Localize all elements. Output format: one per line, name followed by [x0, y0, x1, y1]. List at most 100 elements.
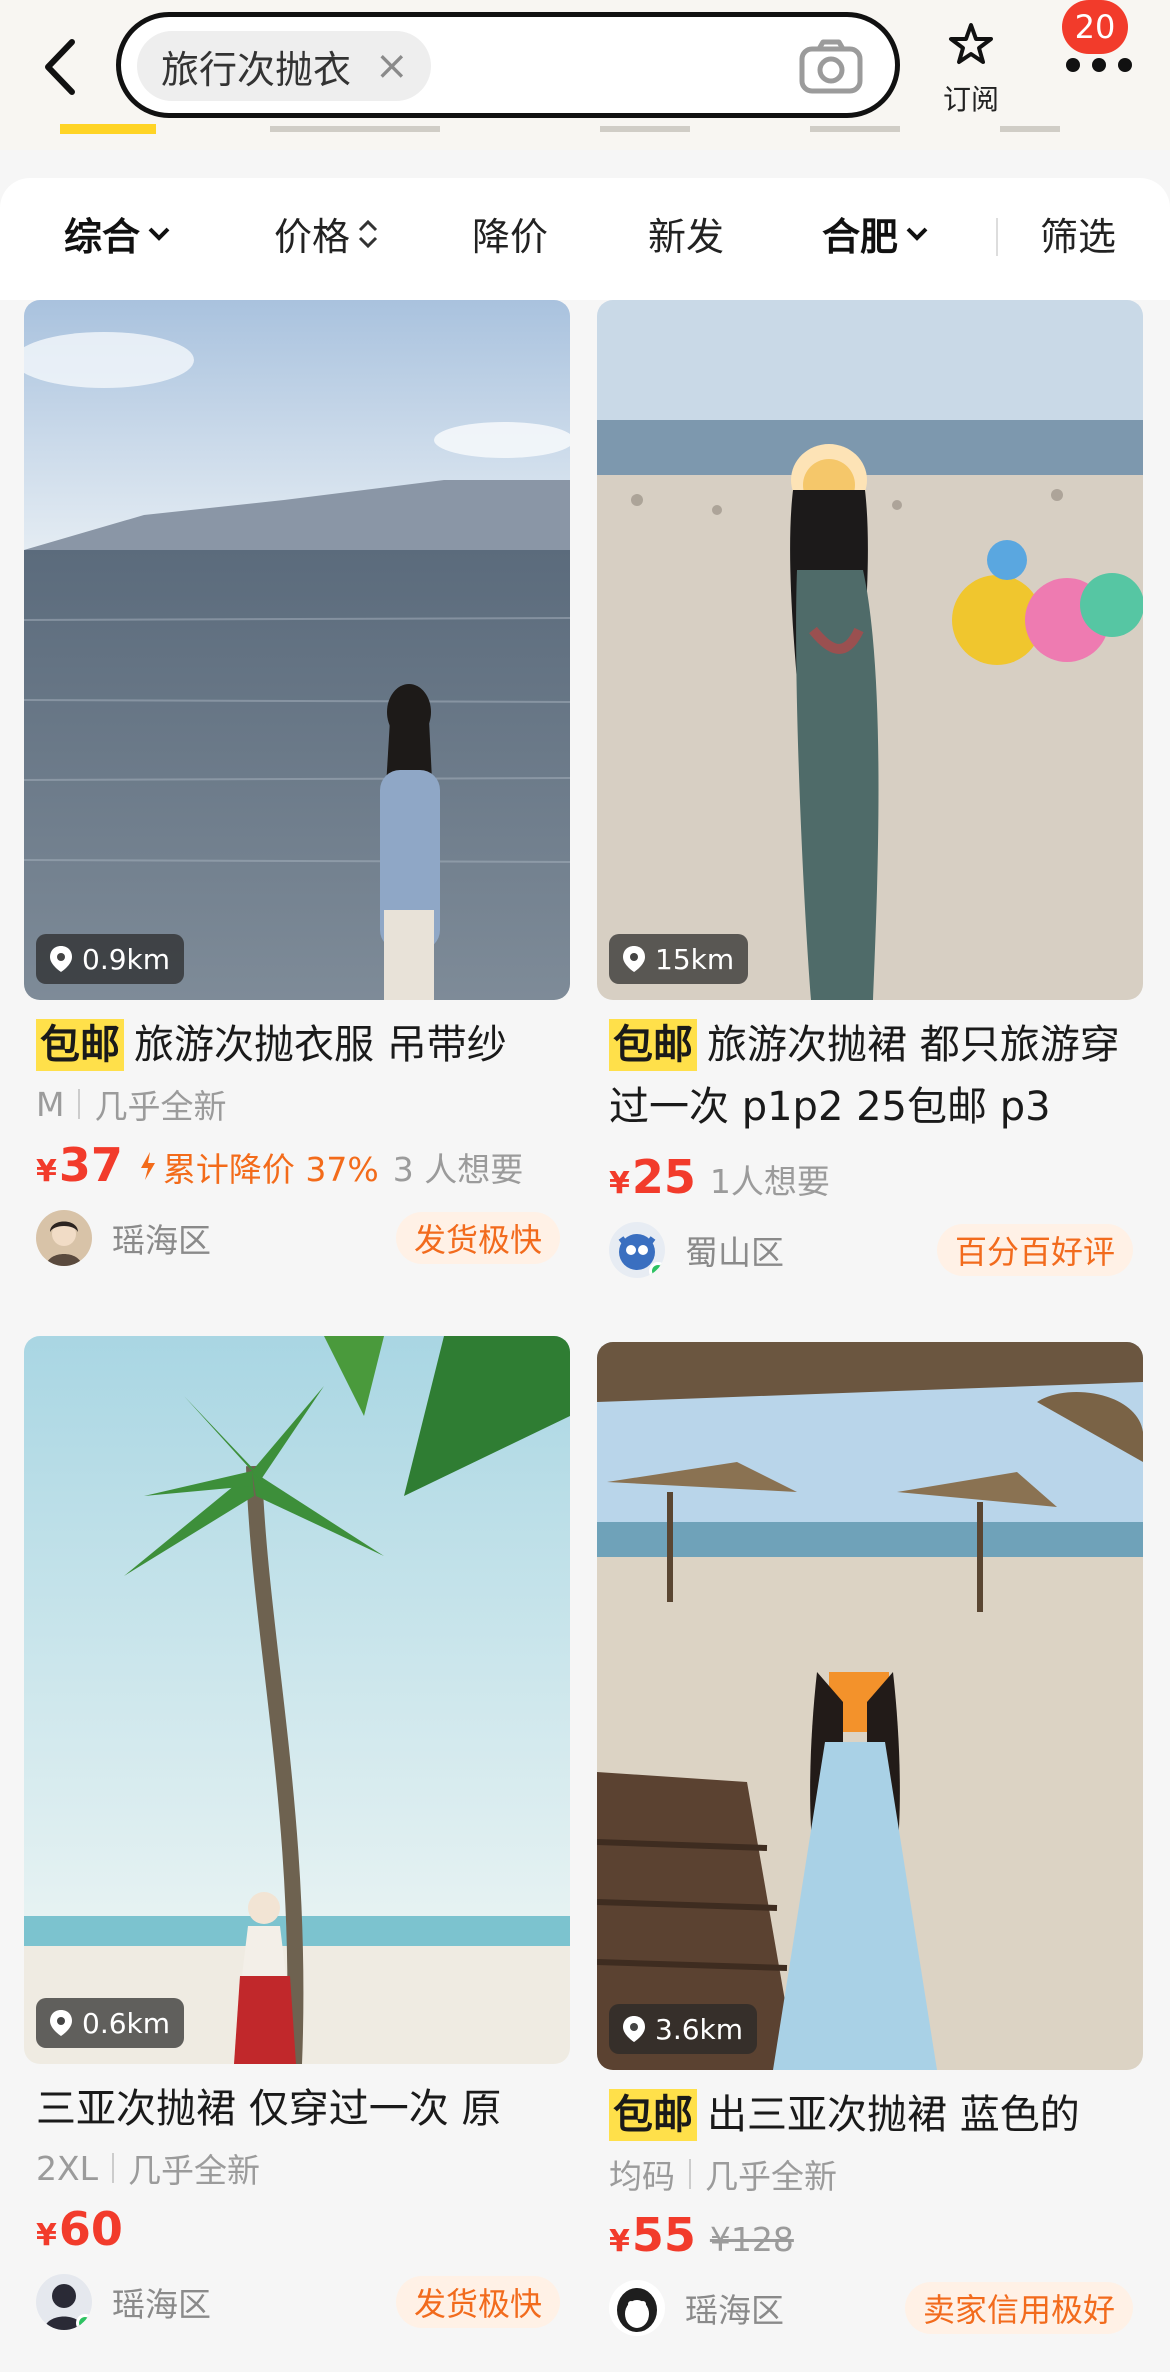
price-row: ¥55 ¥128 [597, 2208, 1143, 2262]
clear-query-icon[interactable]: × [375, 46, 409, 86]
filter-newest[interactable]: 新发 [648, 206, 724, 261]
product-condition: 几乎全新 [705, 2157, 837, 2196]
product-size: M [36, 1084, 65, 1124]
more-menu-button[interactable]: 20 [1052, 0, 1132, 100]
product-card[interactable]: 3.6km 包邮 出三亚次抛裙 蓝色的 均码 几乎全新 ¥55 ¥128 瑶海区 … [597, 1342, 1143, 2340]
filter-more[interactable]: 筛选 [1040, 206, 1116, 261]
filter-price-drop-label: 降价 [472, 215, 549, 259]
seller-row[interactable]: 瑶海区 发货极快 [24, 1206, 570, 1270]
product-card[interactable]: 15km 包邮 旅游次抛裙 都只旅游穿过一次 p1p2 25包邮 p3 ¥25 1… [597, 300, 1143, 1282]
location-pin-icon [623, 946, 645, 972]
seller-area: 瑶海区 [112, 2285, 211, 2324]
filter-price-drop[interactable]: 降价 [472, 206, 548, 261]
seller-area: 蜀山区 [685, 1233, 784, 1272]
meta-divider [78, 1089, 81, 1119]
free-shipping-tag: 包邮 [36, 1019, 124, 1071]
filter-bar: 综合 价格 降价 新发 合肥 筛选 [0, 178, 1170, 300]
online-indicator [649, 1262, 665, 1278]
product-price: ¥37 [36, 1138, 123, 1192]
location-pin-icon [50, 946, 72, 972]
filter-newest-label: 新发 [648, 215, 725, 259]
product-meta: M 几乎全新 [24, 1080, 570, 1128]
product-condition: 几乎全新 [94, 1087, 227, 1126]
product-photo[interactable]: 0.6km [24, 1336, 570, 2064]
product-title-text: 出三亚次抛裙 蓝色的 [707, 2092, 1080, 2138]
subscribe-button[interactable]: 订阅 [930, 20, 1012, 118]
seller-avatar[interactable] [36, 1210, 92, 1266]
meta-divider [112, 2153, 114, 2183]
seller-badge: 百分百好评 [936, 1224, 1133, 1276]
camera-search-icon[interactable] [799, 39, 863, 95]
location-pin-icon [623, 2016, 645, 2042]
filter-price-label: 价格 [274, 215, 351, 259]
price-drop-text: 累计降价 37% [162, 1150, 379, 1189]
seller-badge: 卖家信用极好 [904, 2282, 1133, 2334]
product-title[interactable]: 包邮 旅游次抛裙 都只旅游穿过一次 p1p2 25包邮 p3 [597, 1014, 1143, 1138]
price-drop: 累计降价 37% [139, 1143, 379, 1191]
product-photo[interactable]: 0.9km [24, 300, 570, 1000]
product-photo[interactable]: 15km [597, 300, 1143, 1000]
seller-avatar[interactable] [609, 2280, 665, 2336]
seller-area: 瑶海区 [112, 1221, 211, 1260]
filter-sort-label: 综合 [64, 215, 141, 259]
product-price: ¥25 [609, 1150, 696, 1204]
online-indicator [76, 2314, 92, 2330]
search-query-chip[interactable]: 旅行次抛衣 × [137, 31, 431, 101]
meta-divider [689, 2159, 691, 2189]
filter-location[interactable]: 合肥 [822, 206, 930, 261]
filter-location-label: 合肥 [822, 215, 899, 259]
filter-divider [996, 218, 998, 256]
price-row: ¥25 1人想要 [597, 1150, 1143, 1204]
free-shipping-tag: 包邮 [609, 1019, 697, 1071]
product-price: ¥55 [609, 2208, 696, 2262]
back-button[interactable] [36, 36, 90, 98]
location-pin-icon [50, 2010, 72, 2036]
product-size: 均码 [609, 2157, 675, 2196]
seller-row[interactable]: 蜀山区 百分百好评 [597, 1218, 1143, 1282]
seller-avatar[interactable] [36, 2274, 92, 2330]
wants-count: 1人想要 [709, 1162, 830, 1201]
seller-badge: 发货极快 [395, 2276, 560, 2328]
product-title[interactable]: 三亚次抛裙 仅穿过一次 原 [24, 2078, 570, 2140]
distance-badge: 3.6km [609, 2004, 758, 2054]
product-title[interactable]: 包邮 旅游次抛衣服 吊带纱 [24, 1014, 570, 1076]
product-condition: 几乎全新 [128, 2151, 260, 2190]
product-title-text: 旅游次抛衣服 吊带纱 [134, 1022, 507, 1068]
pin-star-icon [949, 23, 993, 64]
original-price: ¥128 [709, 2220, 794, 2259]
sort-arrows-icon [358, 219, 378, 248]
chevron-down-icon [148, 227, 170, 241]
product-title-text: 三亚次抛裙 仅穿过一次 原 [36, 2086, 502, 2132]
price-row: ¥60 [24, 2202, 570, 2256]
hidden-tabs-strip [0, 118, 1170, 150]
filter-more-label: 筛选 [1040, 215, 1117, 259]
more-dots-icon [1066, 58, 1132, 72]
free-shipping-tag: 包邮 [609, 2089, 697, 2141]
seller-avatar[interactable] [609, 1222, 665, 1278]
product-price: ¥60 [36, 2202, 123, 2256]
product-title[interactable]: 包邮 出三亚次抛裙 蓝色的 [597, 2084, 1143, 2146]
chevron-down-icon [906, 227, 928, 241]
product-meta: 均码 几乎全新 [597, 2150, 1143, 2198]
product-card[interactable]: 0.9km 包邮 旅游次抛衣服 吊带纱 M 几乎全新 ¥37 累计降价 37% 3… [24, 300, 570, 1270]
seller-area: 瑶海区 [685, 2291, 784, 2330]
distance-badge: 0.9km [36, 934, 185, 984]
chevron-left-icon [45, 39, 75, 95]
seller-badge: 发货极快 [395, 1212, 560, 1264]
product-photo[interactable]: 3.6km [597, 1342, 1143, 2070]
distance-text: 0.9km [82, 942, 171, 976]
top-bar: 旅行次抛衣 × 订阅 20 [0, 0, 1170, 135]
price-row: ¥37 累计降价 37% 3 人想要 [24, 1138, 570, 1192]
product-card[interactable]: 0.6km 三亚次抛裙 仅穿过一次 原 2XL 几乎全新 ¥60 瑶海区 发货极… [24, 1336, 570, 2334]
distance-text: 3.6km [655, 2012, 744, 2046]
search-query-text: 旅行次抛衣 [161, 47, 352, 92]
search-bar[interactable]: 旅行次抛衣 × [116, 12, 900, 118]
filter-sort-composite[interactable]: 综合 [64, 206, 172, 261]
seller-row[interactable]: 瑶海区 卖家信用极好 [597, 2276, 1143, 2340]
seller-row[interactable]: 瑶海区 发货极快 [24, 2270, 570, 2334]
subscribe-label: 订阅 [942, 83, 999, 116]
wants-count: 3 人想要 [392, 1150, 524, 1189]
lightning-icon [140, 1152, 155, 1180]
filter-price[interactable]: 价格 [274, 206, 380, 261]
distance-badge: 0.6km [36, 1998, 185, 2048]
